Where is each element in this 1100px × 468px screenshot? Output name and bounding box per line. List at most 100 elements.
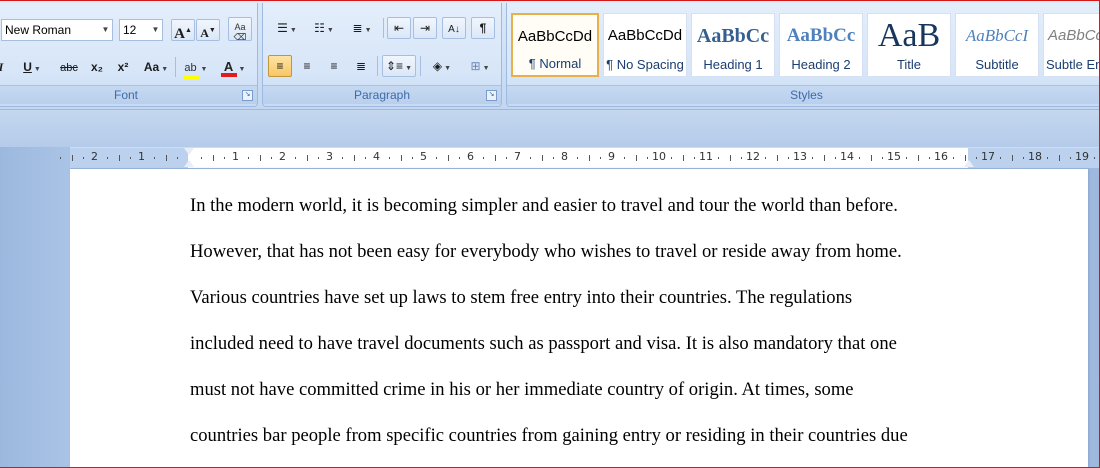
ruler-half-tick (166, 155, 167, 161)
clear-formatting-button[interactable]: Aa ⌫ (228, 17, 252, 42)
multilevel-list-button[interactable]: ≣ ▼ (345, 17, 379, 39)
change-case-button[interactable]: Aa ▼ (139, 56, 173, 78)
divider (383, 18, 384, 38)
decrease-indent-button[interactable]: ⇤ (387, 17, 411, 39)
justify-icon: ≣ (355, 59, 367, 73)
chevron-down-icon[interactable]: ▼ (34, 66, 41, 73)
ruler-half-tick (307, 155, 308, 161)
align-center-icon: ≡ (303, 59, 311, 73)
ruler-tick (929, 157, 930, 159)
align-left-button[interactable]: ≡ (268, 55, 292, 77)
text-highlight-button[interactable]: ab ▼ (179, 56, 211, 80)
document-body[interactable]: In the modern world, it is becoming simp… (190, 183, 1050, 459)
ruler-tick (318, 157, 319, 159)
subscript-label: x₂ (90, 60, 103, 74)
style-title[interactable]: AaB Title (867, 13, 951, 77)
ruler-half-tick (119, 155, 120, 161)
ruler-tick (201, 157, 202, 159)
chevron-down-icon[interactable]: ▼ (405, 65, 412, 72)
style-label: ¶ Normal (528, 56, 582, 71)
font-name-value: New Roman (5, 23, 72, 37)
font-size-combo[interactable]: 12 ▼ (119, 19, 163, 41)
style-heading-2[interactable]: AaBbCc Heading 2 (779, 13, 863, 77)
align-left-icon: ≡ (276, 59, 284, 73)
right-indent-marker[interactable] (964, 160, 974, 167)
numbered-list-icon: ☷ (314, 21, 325, 35)
style-no-spacing[interactable]: AaBbCcDd ¶ No Spacing (603, 13, 687, 77)
font-color-button[interactable]: A ▼ (215, 56, 251, 78)
paragraph-group-label: Paragraph (263, 85, 501, 104)
font-group: New Roman ▼ 12 ▼ A▲ A▼ Aa⌫ I U▼ abc x₂ (0, 3, 258, 107)
style-normal[interactable]: AaBbCcDd ¶ Normal (511, 13, 599, 77)
justify-button[interactable]: ≣ (349, 55, 373, 77)
chevron-down-icon[interactable]: ▼ (483, 65, 490, 72)
change-case-label: Aa (143, 60, 160, 74)
bullets-button[interactable]: ☰ ▼ (271, 17, 303, 39)
shading-button[interactable]: ◈ ▼ (425, 55, 459, 77)
ruler-tick (295, 157, 296, 159)
style-label: ¶ No Spacing (606, 57, 684, 72)
style-subtle-emphasis[interactable]: AaBbCcI Subtle Em (1043, 13, 1099, 77)
ruler-number: 3 (326, 150, 333, 163)
ruler-number: 18 (1028, 150, 1042, 163)
border-icon: ⊞ (470, 59, 481, 73)
chevron-down-icon[interactable]: ▼ (99, 20, 112, 40)
increase-indent-button[interactable]: ⇥ (413, 17, 437, 39)
ruler-tick (530, 157, 531, 159)
paragraph-dialog-launcher-icon[interactable]: ↘ (486, 90, 497, 101)
italic-button[interactable]: I (0, 56, 7, 78)
ruler-number: 5 (420, 150, 427, 163)
style-preview: AaBbCcI (965, 26, 1029, 45)
hanging-indent-marker[interactable] (184, 160, 194, 167)
chevron-down-icon[interactable]: ▼ (365, 27, 372, 34)
highlighter-icon: ab (182, 62, 199, 80)
ruler-tick (365, 157, 366, 159)
horizontal-ruler[interactable]: 2 1 1 2 3 4 5 6 7 8 9 10 11 12 13 14 15 16 17 18 19 (60, 147, 1099, 169)
font-name-combo[interactable]: New Roman ▼ (1, 19, 113, 41)
sort-icon: A↓ (448, 24, 460, 35)
chevron-down-icon[interactable]: ▼ (239, 66, 246, 73)
styles-group-label: Styles (507, 85, 1099, 104)
show-hide-marks-button[interactable]: ¶ (471, 17, 495, 39)
subscript-button[interactable]: x₂ (85, 56, 109, 78)
chevron-down-icon[interactable]: ▼ (290, 27, 297, 34)
style-label: Heading 2 (791, 57, 851, 72)
ruler-tick (1094, 157, 1095, 159)
document-page[interactable]: In the modern world, it is becoming simp… (70, 169, 1088, 467)
style-label: Heading 1 (703, 57, 763, 72)
numbering-button[interactable]: ☷ ▼ (307, 17, 341, 39)
sort-button[interactable]: A↓ (442, 17, 466, 39)
ruler-half-tick (824, 155, 825, 161)
superscript-button[interactable]: x² (111, 56, 135, 78)
strikethrough-button[interactable]: abc (55, 56, 83, 78)
line-spacing-button[interactable]: ⇕≡ ▼ (382, 55, 416, 77)
text-line: In the modern world, it is becoming simp… (190, 195, 898, 216)
ruler-number: 2 (91, 150, 98, 163)
chevron-down-icon[interactable]: ▼ (327, 27, 334, 34)
chevron-down-icon[interactable]: ▼ (149, 20, 162, 40)
align-right-button[interactable]: ≡ (322, 55, 346, 77)
text-line: included need to have travel documents s… (190, 333, 897, 354)
ruler-half-tick (401, 155, 402, 161)
ruler-tick (1023, 157, 1024, 159)
underline-button[interactable]: U ▼ (17, 56, 47, 78)
chevron-down-icon[interactable]: ▼ (161, 66, 168, 73)
borders-button[interactable]: ⊞ ▼ (463, 55, 497, 77)
font-dialog-launcher-icon[interactable]: ↘ (242, 90, 253, 101)
ruler-tick (248, 157, 249, 159)
chevron-down-icon[interactable]: ▼ (444, 65, 451, 72)
chevron-down-icon[interactable]: ▼ (201, 66, 208, 73)
font-size-value: 12 (123, 23, 137, 37)
ruler-number: 8 (561, 150, 568, 163)
grow-font-button[interactable]: A▲ (171, 19, 195, 42)
ruler-tick (765, 157, 766, 159)
ruler-tick (483, 157, 484, 159)
ruler-tick (812, 157, 813, 159)
ruler-tick (882, 157, 883, 159)
first-line-indent-marker[interactable] (184, 148, 194, 155)
style-subtitle[interactable]: AaBbCcI Subtitle (955, 13, 1039, 77)
style-heading-1[interactable]: AaBbCc Heading 1 (691, 13, 775, 77)
shrink-font-button[interactable]: A▼ (196, 19, 220, 41)
ruler-tick (60, 157, 61, 159)
align-center-button[interactable]: ≡ (295, 55, 319, 77)
